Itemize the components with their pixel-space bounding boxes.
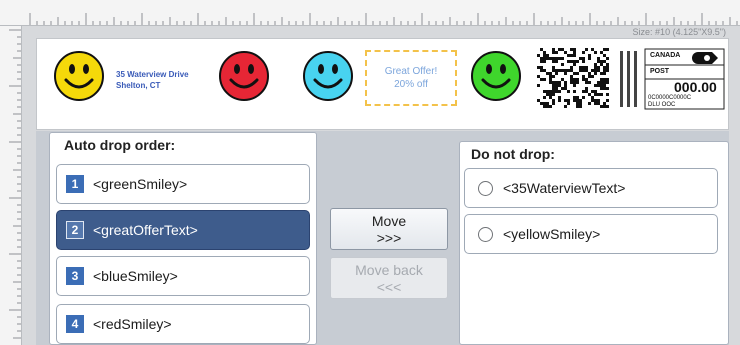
auto-drop-item-label: <blueSmiley>	[93, 268, 178, 284]
green-smiley-icon[interactable]	[470, 50, 522, 102]
do-not-drop-item-label: <35WaterviewText>	[503, 180, 626, 196]
move-back-button[interactable]: Move back <<<	[330, 257, 448, 299]
postage-code-1: 0C0000C0000C	[648, 95, 692, 101]
envelope-size-label: Size: #10 (4.125"X9.5")	[632, 27, 726, 37]
datamatrix-barcode-icon	[537, 48, 610, 108]
do-not-drop-title: Do not drop:	[471, 146, 555, 162]
auto-drop-item-blue-smiley[interactable]: 3 <blueSmiley>	[56, 256, 310, 296]
auto-drop-item-label: <redSmiley>	[93, 316, 172, 332]
do-not-drop-item-35waterview-text[interactable]: <35WaterviewText>	[464, 168, 718, 208]
do-not-drop-item-yellow-smiley[interactable]: <yellowSmiley>	[464, 214, 718, 254]
postage-post: POST	[650, 68, 670, 75]
ruler-ticks	[29, 13, 738, 25]
auto-drop-item-great-offer-text[interactable]: 2 <greatOfferText>	[56, 210, 310, 250]
postage-country: CANADA	[650, 52, 681, 59]
radio-button[interactable]	[478, 226, 493, 242]
auto-drop-item-label: <greenSmiley>	[93, 176, 188, 192]
move-button[interactable]: Move >>>	[330, 208, 448, 250]
horizontal-ruler	[0, 0, 740, 26]
order-number-badge: 3	[66, 267, 84, 285]
order-number-badge: 1	[66, 175, 84, 193]
envelope-editor: Size: #10 (4.125"X9.5") 35 Waterview Dri…	[0, 0, 740, 345]
auto-drop-item-label: <greatOfferText>	[93, 222, 198, 238]
order-number-badge: 2	[66, 221, 84, 239]
move-back-button-arrows: <<<	[376, 279, 402, 295]
offer-line-2: 20% off	[394, 79, 428, 90]
blue-smiley-icon[interactable]	[302, 50, 354, 102]
move-button-label: Move	[371, 213, 407, 229]
vertical-ruler	[0, 26, 22, 345]
yellow-smiley-icon[interactable]	[53, 50, 105, 102]
auto-drop-title: Auto drop order:	[64, 137, 176, 153]
ruler-ticks-vertical	[9, 29, 21, 339]
red-smiley-icon[interactable]	[218, 50, 270, 102]
auto-drop-item-green-smiley[interactable]: 1 <greenSmiley>	[56, 164, 310, 204]
do-not-drop-item-label: <yellowSmiley>	[503, 226, 601, 242]
postage-code-2: DLU OOC	[648, 102, 676, 108]
address-line-1: 35 Waterview Drive	[116, 70, 189, 79]
postage-amount: 000.00	[674, 79, 717, 95]
great-offer-text-box[interactable]: Great Offer! 20% off	[365, 50, 457, 106]
radio-button[interactable]	[478, 180, 493, 196]
move-back-button-label: Move back	[355, 262, 423, 278]
address-text[interactable]: 35 Waterview Drive Shelton, CT	[116, 69, 189, 91]
postage-indicium: CANADA POST 000.00 0C0000C0000C DLU OOC	[618, 48, 725, 110]
offer-line-1: Great Offer!	[384, 66, 438, 77]
order-number-badge: 4	[66, 315, 84, 333]
move-button-arrows: >>>	[376, 230, 402, 246]
auto-drop-item-red-smiley[interactable]: 4 <redSmiley>	[56, 304, 310, 344]
address-line-2: Shelton, CT	[116, 81, 161, 90]
